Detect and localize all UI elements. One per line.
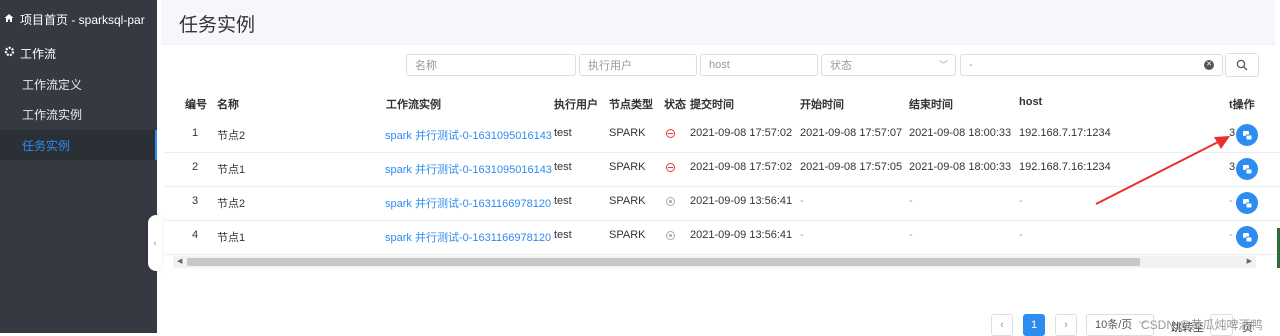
cell-node-type: SPARK [609, 229, 646, 241]
status-waiting-icon [666, 197, 675, 206]
cell-submit-time: 2021-09-09 13:56:41 [690, 195, 793, 207]
cell-submit-time: 2021-09-09 13:56:41 [690, 229, 793, 241]
cell-node-type: SPARK [609, 127, 646, 139]
view-log-icon [1242, 232, 1252, 242]
cell-host: - [1019, 195, 1023, 207]
cell-name: 节点1 [217, 164, 246, 176]
cell-partial: - [1229, 229, 1233, 241]
cell-end-time: 2021-09-08 18:00:33 [909, 161, 1012, 173]
clear-icon[interactable]: ✕ [1204, 60, 1214, 70]
cell-start-time: 2021-09-08 17:57:05 [800, 161, 903, 173]
column-header-end-time: 结束时间 [909, 99, 953, 111]
cell-node-type: SPARK [609, 195, 646, 207]
name-filter-input[interactable]: 名称 [406, 54, 576, 76]
cell-start-time: 2021-09-08 17:57:07 [800, 127, 903, 139]
scrollbar-thumb[interactable] [187, 258, 1140, 266]
sidebar-item-label: 任务实例 [22, 138, 71, 153]
page-size-value: 10条/页 [1095, 319, 1133, 331]
cell-start-time: - [800, 229, 804, 241]
page-title: 任务实例 [179, 15, 256, 36]
sidebar-item-workflow-definition[interactable]: 工作流定义 [0, 69, 157, 99]
gear-icon [4, 46, 15, 60]
cell-submit-time: 2021-09-08 17:57:02 [690, 127, 793, 139]
view-log-icon [1242, 164, 1252, 174]
cell-end-time: 2021-09-08 18:00:33 [909, 127, 1012, 139]
cell-id: 2 [192, 161, 199, 173]
cell-start-time: - [800, 195, 804, 207]
annotation-arrow [1095, 136, 1230, 205]
watermark: CSDN @黄瓜炖啤酒鸭 [1141, 318, 1263, 332]
column-header-name: 名称 [217, 99, 239, 111]
workflow-instance-link[interactable]: spark 并行测试-0-1631166978120 [385, 229, 551, 245]
workflow-instance-link[interactable]: spark 并行测试-0-1631166978120 [385, 195, 551, 211]
chevron-down-icon: ﹀ [938, 60, 948, 70]
sidebar-item-label: 工作流定义 [22, 77, 83, 92]
chevron-right-icon: › [1064, 319, 1068, 331]
sidebar: 项目首页 - sparksql-par 工作流 工作流定义 工作流实例 任务实例 [0, 0, 157, 333]
state-filter-placeholder: 状态 [830, 60, 852, 72]
workflow-instance-link[interactable]: spark 并行测试-0-1631095016143 [385, 127, 552, 143]
host-filter-input[interactable]: host [700, 54, 818, 76]
horizontal-scrollbar[interactable]: ◀ ▶ [173, 256, 1256, 268]
column-header-operation: t操作 [1229, 99, 1255, 111]
column-header-status: 状态 [664, 99, 686, 111]
sidebar-item-workflow-instance[interactable]: 工作流实例 [0, 99, 157, 129]
sidebar-group-workflow[interactable]: 工作流 [0, 41, 157, 65]
sidebar-home-label: 项目首页 - sparksql-par [20, 12, 145, 27]
search-button[interactable] [1225, 53, 1259, 77]
cell-submit-time: 2021-09-08 17:57:02 [690, 161, 793, 173]
cell-name: 节点2 [217, 198, 246, 210]
date-range-picker[interactable]: - ✕ [960, 54, 1223, 76]
sidebar-item-label: 工作流实例 [22, 107, 83, 122]
workflow-instance-link[interactable]: spark 并行测试-0-1631095016143 [385, 161, 552, 177]
cell-name: 节点1 [217, 232, 246, 244]
scroll-right-icon[interactable]: ▶ [1247, 256, 1252, 268]
title-bar: 任务实例 [161, 0, 1275, 45]
sidebar-group-label: 工作流 [20, 46, 57, 61]
view-log-button[interactable] [1236, 226, 1258, 248]
column-header-start-time: 开始时间 [800, 99, 844, 111]
cell-executor: test [554, 229, 572, 241]
search-icon [1236, 59, 1248, 71]
table-row: 4 节点1 spark 并行测试-0-1631166978120 test SP… [164, 220, 1280, 255]
cell-id: 4 [192, 229, 199, 241]
cell-executor: test [554, 127, 572, 139]
cell-host: - [1019, 229, 1023, 241]
date-range-separator: - [969, 59, 973, 71]
executor-filter-input[interactable]: 执行用户 [579, 54, 697, 76]
cell-name: 节点2 [217, 130, 246, 142]
status-stopped-icon [666, 129, 675, 138]
sidebar-item-task-instance[interactable]: 任务实例 [0, 130, 157, 160]
cell-node-type: SPARK [609, 161, 646, 173]
column-header-id: 编号 [185, 99, 207, 111]
cell-id: 1 [192, 127, 199, 139]
cell-id: 3 [192, 195, 199, 207]
sidebar-home-link[interactable]: 项目首页 - sparksql-par [0, 0, 157, 38]
state-filter-select[interactable]: 状态 ﹀ [821, 54, 956, 76]
column-header-workflow-instance: 工作流实例 [386, 99, 441, 111]
view-log-icon [1242, 198, 1252, 208]
home-icon [4, 13, 14, 26]
chevron-left-icon: ‹ [1000, 319, 1004, 331]
view-log-icon [1242, 130, 1252, 140]
status-waiting-icon [666, 231, 675, 240]
column-header-node-type: 节点类型 [609, 99, 653, 111]
cell-end-time: - [909, 229, 913, 241]
status-stopped-icon [666, 163, 675, 172]
cell-executor: test [554, 195, 572, 207]
scroll-left-icon[interactable]: ◀ [177, 256, 182, 268]
column-header-host: host [1019, 96, 1043, 108]
column-header-executor: 执行用户 [554, 99, 598, 111]
cell-end-time: - [909, 195, 913, 207]
column-header-submit-time: 提交时间 [690, 99, 734, 111]
cell-executor: test [554, 161, 572, 173]
